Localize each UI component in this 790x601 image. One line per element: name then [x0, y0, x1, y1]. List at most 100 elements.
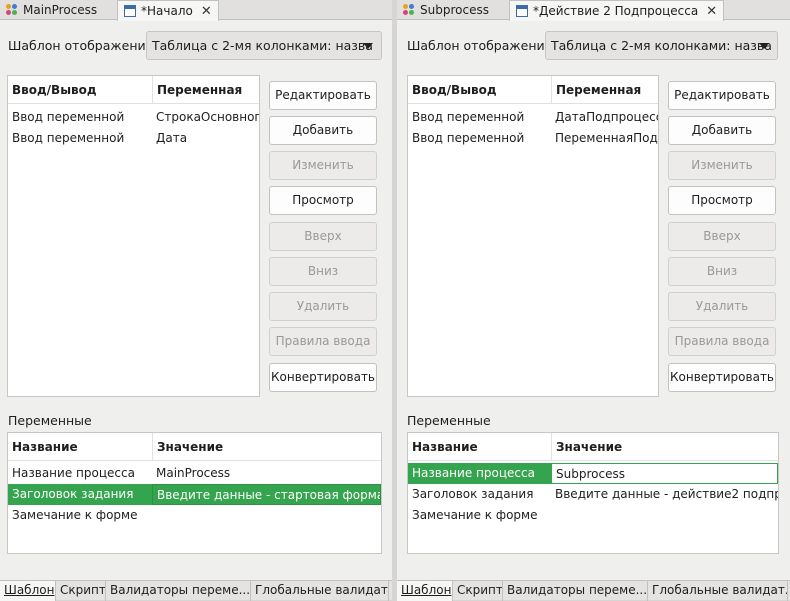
- column-header-variable[interactable]: Переменная: [152, 76, 259, 104]
- template-select-value: Таблица с 2-мя колонками: назва: [152, 38, 373, 53]
- move-up-button[interactable]: Вверх: [668, 222, 776, 251]
- tab-template[interactable]: Шаблон: [397, 581, 453, 601]
- table-cell: СтрокаОсновного: [156, 110, 260, 124]
- table-cell: ПеременнаяПодп: [555, 131, 659, 145]
- table-row[interactable]: Замечание к форме: [408, 505, 778, 526]
- table-cell: [551, 505, 778, 526]
- template-label: Шаблон отображения: [407, 38, 553, 53]
- template-select[interactable]: Таблица с 2-мя колонками: назва: [146, 31, 382, 60]
- variables-table-header: Название Значение: [8, 433, 381, 461]
- io-table-header: Ввод/Вывод Переменная: [8, 76, 259, 104]
- editor-tab-strip: Subprocess *Действие 2 Подпроцесса ✕: [397, 0, 790, 21]
- table-cell: MainProcess: [156, 466, 231, 480]
- table-row[interactable]: Ввод переменной ПеременнаяПодп: [408, 128, 658, 149]
- tab-script[interactable]: Скрипт: [56, 581, 106, 601]
- delete-button[interactable]: Удалить: [269, 292, 377, 321]
- table-cell: [152, 505, 381, 526]
- table-row[interactable]: Ввод переменной СтрокаОсновного: [8, 107, 259, 128]
- view-button[interactable]: Просмотр: [668, 186, 776, 215]
- column-header-io[interactable]: Ввод/Вывод: [8, 76, 152, 104]
- variables-table[interactable]: Название Значение Название процесса Subp…: [407, 432, 779, 554]
- table-cell: Название процесса: [408, 463, 551, 484]
- tab-global-validators[interactable]: Глобальные валидат...: [251, 581, 389, 601]
- chevron-down-icon: [759, 43, 769, 49]
- table-row[interactable]: Заголовок задания Введите данные - дейст…: [408, 484, 778, 505]
- column-header-io[interactable]: Ввод/Вывод: [408, 76, 551, 104]
- tab-global-validators[interactable]: Глобальные валидат...: [648, 581, 788, 601]
- tab-subprocess[interactable]: Subprocess: [397, 0, 495, 20]
- table-cell: Ввод переменной: [12, 110, 125, 124]
- table-cell: Дата: [156, 131, 188, 145]
- table-cell: Ввод переменной: [412, 110, 525, 124]
- tab-label: *Действие 2 Подпроцесса: [533, 4, 699, 18]
- table-cell: Замечание к форме: [412, 508, 538, 522]
- template-select[interactable]: Таблица с 2-мя колонками: назва: [545, 31, 778, 60]
- tab-template[interactable]: Шаблон: [0, 581, 56, 601]
- input-rules-button[interactable]: Правила ввода: [668, 327, 776, 356]
- tab-mainprocess[interactable]: MainProcess: [0, 0, 103, 20]
- table-cell: Ввод переменной: [412, 131, 525, 145]
- variables-table[interactable]: Название Значение Название процесса Main…: [7, 432, 382, 554]
- column-header-variable[interactable]: Переменная: [551, 76, 658, 104]
- bottom-tab-strip: Шаблон Скрипт Валидаторы переме... Глоба…: [0, 580, 392, 601]
- io-table[interactable]: Ввод/Вывод Переменная Ввод переменной Да…: [407, 75, 659, 397]
- table-cell: Заголовок задания: [12, 487, 134, 501]
- io-table[interactable]: Ввод/Вывод Переменная Ввод переменной Ст…: [7, 75, 260, 397]
- template-select-value: Таблица с 2-мя колонками: назва: [551, 38, 772, 53]
- table-cell: Введите данные - действие2 подпроц: [555, 487, 779, 501]
- left-editor-pane: MainProcess *Начало ✕ Шаблон отображения…: [0, 0, 392, 601]
- tab-label: MainProcess: [23, 3, 98, 17]
- process-icon: [403, 4, 415, 16]
- change-button[interactable]: Изменить: [269, 151, 377, 180]
- view-button[interactable]: Просмотр: [269, 186, 377, 215]
- tab-start-form[interactable]: *Начало ✕: [117, 0, 219, 21]
- chevron-down-icon: [363, 43, 373, 49]
- convert-button[interactable]: Конвертировать: [668, 363, 776, 392]
- column-header-name[interactable]: Название: [408, 433, 551, 461]
- table-cell: Ввод переменной: [12, 131, 125, 145]
- tab-variable-validators[interactable]: Валидаторы переме...: [106, 581, 251, 601]
- process-icon: [6, 4, 18, 16]
- tab-script[interactable]: Скрипт: [453, 581, 503, 601]
- tab-label: *Начало: [141, 4, 193, 18]
- table-row-selected[interactable]: Заголовок задания Введите данные - старт…: [8, 484, 381, 505]
- column-header-value[interactable]: Значение: [551, 433, 778, 461]
- table-row[interactable]: Ввод переменной Дата: [8, 128, 259, 149]
- editor-tab-strip: MainProcess *Начало ✕: [0, 0, 392, 21]
- edit-button[interactable]: Редактировать: [668, 81, 776, 110]
- tab-variable-validators[interactable]: Валидаторы переме...: [503, 581, 648, 601]
- bottom-tab-strip: Шаблон Скрипт Валидаторы переме... Глоба…: [397, 580, 790, 601]
- table-row[interactable]: Название процесса MainProcess: [8, 463, 381, 484]
- cell-editor-field[interactable]: Subprocess: [551, 463, 778, 484]
- variables-table-header: Название Значение: [408, 433, 778, 461]
- table-row[interactable]: Замечание к форме: [8, 505, 381, 526]
- input-rules-button[interactable]: Правила ввода: [269, 327, 377, 356]
- column-header-name[interactable]: Название: [8, 433, 152, 461]
- move-down-button[interactable]: Вниз: [668, 257, 776, 286]
- table-row[interactable]: Ввод переменной ДатаПодпроцесса: [408, 107, 658, 128]
- move-down-button[interactable]: Вниз: [269, 257, 377, 286]
- move-up-button[interactable]: Вверх: [269, 222, 377, 251]
- table-cell: ДатаПодпроцесса: [555, 110, 659, 124]
- template-label: Шаблон отображения: [8, 38, 154, 53]
- variables-label: Переменные: [8, 413, 92, 428]
- table-row-selected[interactable]: Название процесса Subprocess: [408, 463, 778, 484]
- variables-label: Переменные: [407, 413, 491, 428]
- add-button[interactable]: Добавить: [668, 116, 776, 145]
- convert-button[interactable]: Конвертировать: [269, 363, 377, 392]
- cell-editor-field[interactable]: Введите данные - стартовая форма: [152, 484, 381, 505]
- tab-action-form[interactable]: *Действие 2 Подпроцесса ✕: [509, 0, 725, 21]
- form-icon: [516, 5, 528, 17]
- right-editor-pane: Subprocess *Действие 2 Подпроцесса ✕ Шаб…: [397, 0, 790, 601]
- delete-button[interactable]: Удалить: [668, 292, 776, 321]
- table-cell: Название процесса: [12, 466, 135, 480]
- form-icon: [124, 5, 136, 17]
- io-table-header: Ввод/Вывод Переменная: [408, 76, 658, 104]
- tab-label: Subprocess: [420, 3, 489, 17]
- column-header-value[interactable]: Значение: [152, 433, 381, 461]
- close-icon[interactable]: ✕: [706, 4, 717, 19]
- close-icon[interactable]: ✕: [201, 4, 212, 19]
- add-button[interactable]: Добавить: [269, 116, 377, 145]
- change-button[interactable]: Изменить: [668, 151, 776, 180]
- edit-button[interactable]: Редактировать: [269, 81, 377, 110]
